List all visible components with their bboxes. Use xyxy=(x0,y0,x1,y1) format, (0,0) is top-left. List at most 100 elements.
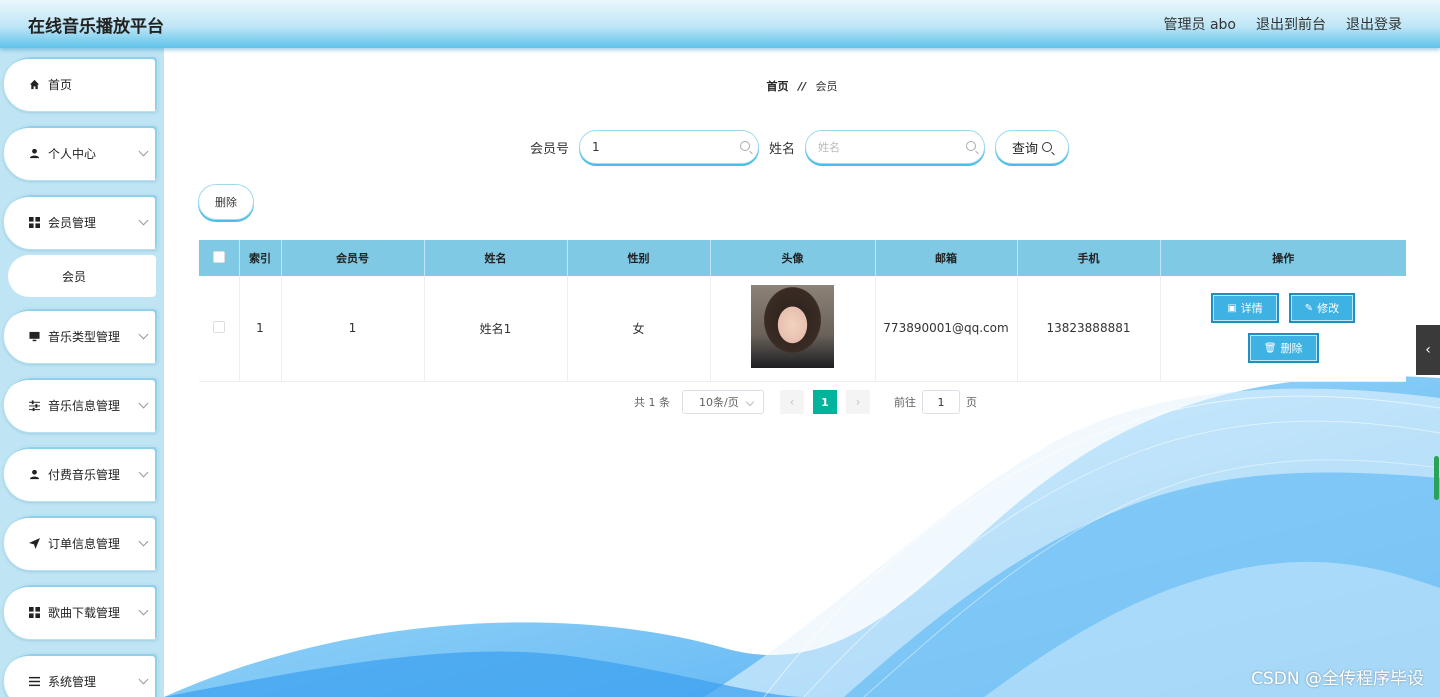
top-header: 在线音乐播放平台 管理员 abo 退出到前台 退出登录 xyxy=(0,0,1440,48)
chevron-down-icon xyxy=(138,536,149,547)
column-header-phone[interactable]: 手机 xyxy=(1017,240,1161,276)
detail-button-label: 详情 xyxy=(1240,302,1263,316)
detail-button[interactable]: ▣ 详情 xyxy=(1211,293,1279,324)
chevron-down-icon xyxy=(138,605,149,616)
sidebar-item-member-management[interactable]: 会员管理 xyxy=(3,194,158,250)
goto-label: 前往 xyxy=(894,396,916,409)
chevron-down-icon xyxy=(138,329,149,340)
search-bar: 会员号 1 姓名 姓名 查询 xyxy=(530,130,1070,164)
column-header-index[interactable]: 索引 xyxy=(239,240,282,276)
edit-button-label: 修改 xyxy=(1317,302,1340,316)
column-header-member-no[interactable]: 会员号 xyxy=(281,240,425,276)
select-all-cell xyxy=(199,240,240,276)
document-icon: ▣ xyxy=(1227,302,1237,314)
sidebar-item-song-download-management[interactable]: 歌曲下载管理 xyxy=(3,584,158,640)
name-input[interactable]: 姓名 xyxy=(805,130,986,164)
query-button-label: 查询 xyxy=(1012,141,1039,157)
scrollbar-thumb[interactable] xyxy=(1434,456,1439,500)
member-no-value: 1 xyxy=(592,140,600,154)
sidebar-item-label: 会员 xyxy=(61,269,86,284)
page-size-value: 10条/页 xyxy=(699,396,739,409)
cell-member-no: 1 xyxy=(281,276,425,382)
user-icon xyxy=(28,468,40,480)
query-button[interactable]: 查询 xyxy=(995,130,1070,164)
chevron-right-icon: › xyxy=(855,395,861,409)
column-header-email[interactable]: 邮箱 xyxy=(875,240,1018,276)
sidebar: 首页 个人中心 会员管理 会员 音乐类型管理 音乐信息管理 付费音乐管理 订单信… xyxy=(0,48,164,697)
column-header-avatar[interactable]: 头像 xyxy=(710,240,876,276)
goto-page-input[interactable]: 1 xyxy=(922,390,960,414)
chevron-down-icon xyxy=(138,398,149,409)
sidebar-item-label: 会员管理 xyxy=(48,215,97,230)
header-nav: 管理员 abo 退出到前台 退出登录 xyxy=(1164,14,1402,34)
cell-phone: 13823888881 xyxy=(1017,276,1161,382)
main-content: 首页 // 会员 会员号 1 姓名 姓名 查询 删除 索引 会员号 姓名 性别 … xyxy=(164,48,1440,697)
cell-avatar xyxy=(710,276,876,382)
sidebar-item-label: 系统管理 xyxy=(48,674,97,689)
logout-link[interactable]: 退出登录 xyxy=(1346,14,1402,34)
name-placeholder: 姓名 xyxy=(818,141,841,154)
page-size-select[interactable]: 10条/页 xyxy=(682,390,764,414)
search-icon xyxy=(740,141,751,151)
trash-icon: 🗑 xyxy=(1263,342,1277,354)
page-number-current[interactable]: 1 xyxy=(813,390,837,414)
row-select-cell xyxy=(199,276,240,382)
sidebar-item-label: 订单信息管理 xyxy=(48,536,121,551)
sidebar-item-label: 付费音乐管理 xyxy=(48,467,121,482)
cell-gender: 女 xyxy=(567,276,711,382)
cell-email: 773890001@qq.com xyxy=(875,276,1018,382)
bulk-delete-label: 删除 xyxy=(215,196,237,209)
breadcrumb-home[interactable]: 首页 xyxy=(766,80,788,93)
avatar[interactable] xyxy=(751,285,834,369)
sliders-icon xyxy=(28,399,40,411)
sidebar-item-home[interactable]: 首页 xyxy=(3,56,158,112)
column-header-name[interactable]: 姓名 xyxy=(424,240,568,276)
exit-to-front-link[interactable]: 退出到前台 xyxy=(1256,14,1326,34)
chevron-down-icon xyxy=(138,146,149,157)
next-page-button[interactable]: › xyxy=(846,390,870,414)
monitor-icon xyxy=(28,330,40,342)
sidebar-item-label: 首页 xyxy=(48,77,73,92)
admin-user-label[interactable]: 管理员 abo xyxy=(1164,14,1236,34)
sidebar-item-label: 歌曲下载管理 xyxy=(48,605,121,620)
sidebar-item-order-info-management[interactable]: 订单信息管理 xyxy=(3,515,158,571)
delete-button-label: 删除 xyxy=(1280,342,1303,356)
sidebar-subitem-member[interactable]: 会员 xyxy=(8,255,156,297)
column-header-actions: 操作 xyxy=(1160,240,1406,276)
chevron-down-icon xyxy=(138,215,149,226)
member-no-input[interactable]: 1 xyxy=(579,130,760,164)
name-label: 姓名 xyxy=(769,141,796,157)
pagination: 共 1 条 10条/页 ‹ 1 › 前往 1 页 xyxy=(634,390,977,414)
search-icon xyxy=(1042,142,1053,152)
bulk-delete-button[interactable]: 删除 xyxy=(198,184,254,220)
delete-button[interactable]: 🗑 删除 xyxy=(1247,333,1319,364)
sidebar-item-personal-center[interactable]: 个人中心 xyxy=(3,125,158,181)
prev-page-button[interactable]: ‹ xyxy=(780,390,804,414)
sidebar-item-music-info-management[interactable]: 音乐信息管理 xyxy=(3,377,158,433)
table-row: 1 1 姓名1 女 773890001@qq.com 13823888881 ▣… xyxy=(199,276,1406,382)
chevron-left-icon: ‹ xyxy=(789,395,795,409)
home-icon xyxy=(28,78,40,90)
table-header-row: 索引 会员号 姓名 性别 头像 邮箱 手机 操作 xyxy=(199,240,1406,276)
user-icon xyxy=(28,147,40,159)
row-checkbox[interactable] xyxy=(212,320,225,333)
chevron-down-icon xyxy=(138,674,149,685)
grid-icon xyxy=(28,216,40,228)
pencil-icon: ✎ xyxy=(1304,302,1314,314)
search-icon xyxy=(966,141,977,151)
grid-icon xyxy=(28,606,40,618)
member-no-label: 会员号 xyxy=(530,141,570,157)
side-drawer-toggle[interactable]: ‹ xyxy=(1416,325,1440,375)
sidebar-item-system-management[interactable]: 系统管理 xyxy=(3,653,158,697)
select-all-checkbox[interactable] xyxy=(212,250,225,263)
cell-index: 1 xyxy=(239,276,282,382)
page-suffix-label: 页 xyxy=(966,396,977,409)
sidebar-item-label: 音乐信息管理 xyxy=(48,398,121,413)
sidebar-item-paid-music-management[interactable]: 付费音乐管理 xyxy=(3,446,158,502)
edit-button[interactable]: ✎ 修改 xyxy=(1288,293,1356,324)
sidebar-item-music-type-management[interactable]: 音乐类型管理 xyxy=(3,308,158,364)
watermark: CSDN @全传程序毕设 xyxy=(1251,669,1424,689)
breadcrumb-separator: // xyxy=(797,80,807,93)
column-header-gender[interactable]: 性别 xyxy=(567,240,711,276)
sidebar-item-label: 个人中心 xyxy=(48,146,97,161)
